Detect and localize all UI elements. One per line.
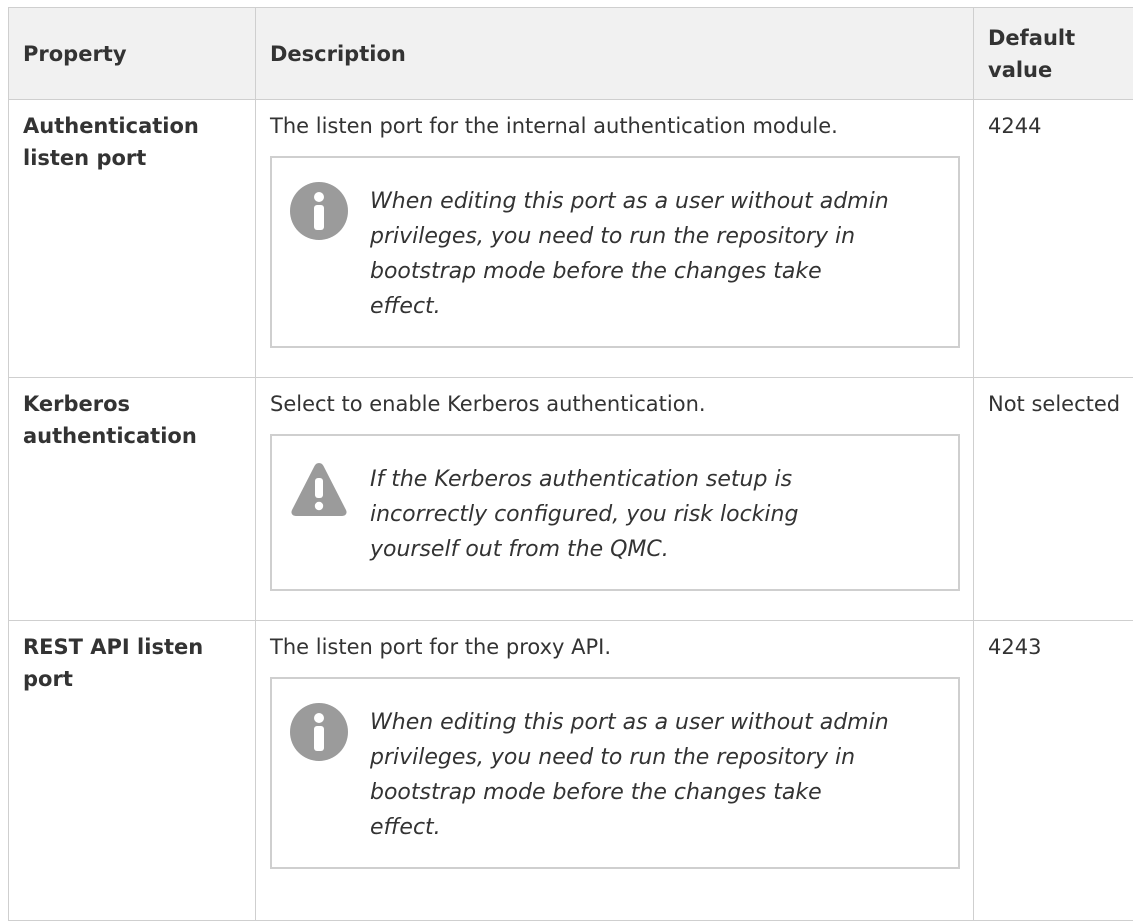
warning-callout: If the Kerberos authentication setup is …	[270, 434, 960, 591]
info-icon	[290, 182, 348, 240]
property-name: REST API listen port	[9, 621, 256, 921]
header-default-value: Default value	[974, 8, 1133, 100]
property-description-cell: The listen port for the proxy API. When …	[256, 621, 974, 921]
note-callout: When editing this port as a user without…	[270, 156, 960, 348]
default-value: Not selected	[974, 378, 1133, 621]
property-description: The listen port for the proxy API.	[270, 631, 959, 663]
table-row: REST API listen port The listen port for…	[9, 621, 1133, 921]
property-name: Kerberos authentication	[9, 378, 256, 621]
note-callout: When editing this port as a user without…	[270, 677, 960, 869]
table-row: Authentication listen port The listen po…	[9, 100, 1133, 378]
property-description: Select to enable Kerberos authentication…	[270, 388, 959, 420]
property-description: The listen port for the internal authent…	[270, 110, 959, 142]
property-description-cell: The listen port for the internal authent…	[256, 100, 974, 378]
note-text: When editing this port as a user without…	[370, 184, 890, 324]
default-value: 4244	[974, 100, 1133, 378]
table-row: Kerberos authentication Select to enable…	[9, 378, 1133, 621]
header-description: Description	[256, 8, 974, 100]
warning-icon	[290, 460, 348, 518]
table-header-row: Property Description Default value	[9, 8, 1133, 100]
info-icon	[290, 703, 348, 761]
header-property: Property	[9, 8, 256, 100]
properties-table: Property Description Default value Authe…	[8, 7, 1133, 921]
note-text: If the Kerberos authentication setup is …	[370, 462, 890, 567]
default-value: 4243	[974, 621, 1133, 921]
note-text: When editing this port as a user without…	[370, 705, 890, 845]
property-description-cell: Select to enable Kerberos authentication…	[256, 378, 974, 621]
property-name: Authentication listen port	[9, 100, 256, 378]
